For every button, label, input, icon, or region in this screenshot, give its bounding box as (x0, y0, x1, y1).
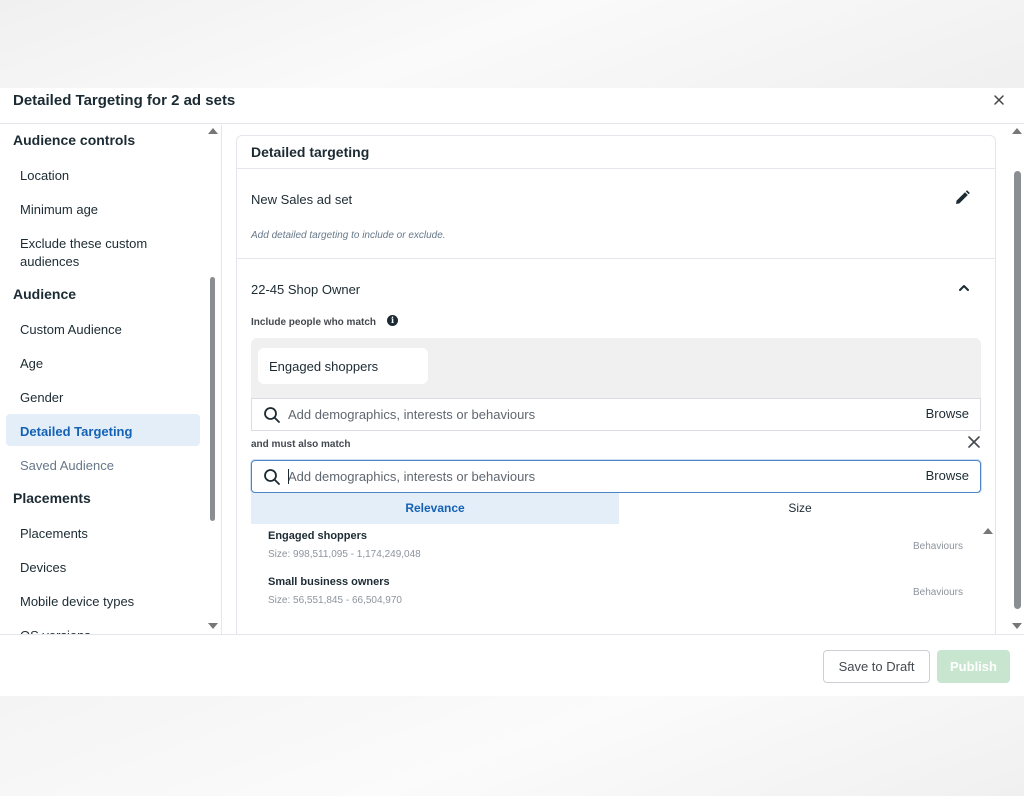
tab-relevance[interactable]: Relevance (251, 493, 619, 524)
search-placeholder: Add demographics, interests or behaviour… (288, 407, 536, 422)
main-scrollbar[interactable] (1011, 125, 1024, 635)
save-to-draft-button[interactable]: Save to Draft (823, 650, 930, 683)
include-search-input[interactable]: Add demographics, interests or behaviour… (251, 398, 981, 431)
suggestion-category: Behaviours (912, 541, 963, 552)
scroll-up-arrow-icon[interactable] (208, 128, 218, 134)
sidebar-item-exclude-custom-audiences[interactable]: Exclude these custom audiences (20, 235, 170, 271)
scroll-down-arrow-icon[interactable] (208, 623, 218, 629)
info-icon[interactable]: i (387, 315, 398, 326)
sidebar-item-devices[interactable]: Devices (20, 559, 66, 577)
search-icon (264, 407, 280, 423)
sidebar-item-mobile-device-types[interactable]: Mobile device types (20, 593, 134, 611)
sidebar-item-minimum-age[interactable]: Minimum age (20, 201, 98, 219)
sidebar-section-placements: Placements (13, 490, 91, 506)
scroll-down-arrow-icon[interactable] (1012, 623, 1022, 629)
chevron-up-icon[interactable] (955, 279, 975, 299)
divider (237, 168, 995, 169)
suggestions-list: Engaged shoppers Size: 998,511,095 - 1,1… (251, 524, 995, 635)
sidebar-item-placements[interactable]: Placements (20, 525, 88, 543)
dialog-header: Detailed Targeting for 2 ad sets (0, 88, 1024, 124)
results-tabs: Relevance Size (251, 493, 981, 524)
sidebar-item-saved-audience[interactable]: Saved Audience (20, 457, 114, 475)
suggestion-item[interactable]: Engaged shoppers Size: 998,511,095 - 1,1… (251, 524, 971, 570)
tab-size[interactable]: Size (619, 493, 981, 524)
scroll-up-arrow-icon[interactable] (1012, 128, 1022, 134)
divider (237, 258, 995, 259)
dialog-footer: Save to Draft Publish (0, 634, 1024, 696)
page-backdrop-bottom (0, 696, 1024, 796)
sidebar-item-location[interactable]: Location (20, 167, 69, 185)
text-caret (288, 469, 289, 484)
detailed-targeting-card: Detailed targeting New Sales ad set Add … (236, 135, 996, 635)
suggestion-category: Behaviours (912, 587, 963, 598)
remove-narrow-icon[interactable] (964, 432, 984, 452)
include-match-box: Engaged shoppers (251, 338, 981, 398)
browse-button[interactable]: Browse (926, 406, 969, 421)
sidebar-nav: Audience controls Location Minimum age E… (0, 125, 222, 635)
adset-name-new-sales: New Sales ad set (251, 192, 353, 207)
suggestion-size: Size: 56,551,845 - 66,504,970 (268, 595, 402, 606)
card-title: Detailed targeting (251, 144, 370, 160)
sidebar-scrollbar[interactable] (207, 125, 218, 635)
sidebar-item-detailed-targeting[interactable]: Detailed Targeting (20, 423, 132, 441)
close-icon[interactable] (990, 90, 1008, 110)
sidebar-item-custom-audience[interactable]: Custom Audience (20, 321, 122, 339)
suggestion-name: Small business owners (268, 576, 390, 588)
include-label: Include people who match (251, 317, 377, 328)
suggestion-name: Engaged shoppers (268, 530, 368, 542)
main-panel: Detailed targeting New Sales ad set Add … (222, 125, 1024, 635)
must-also-match-label: and must also match (251, 439, 351, 450)
publish-button[interactable]: Publish (937, 650, 1010, 683)
targeting-chip[interactable]: Engaged shoppers (258, 348, 428, 384)
sidebar-item-age[interactable]: Age (20, 355, 43, 373)
adset-hint: Add detailed targeting to include or exc… (251, 230, 446, 241)
must-match-search-input[interactable]: Add demographics, interests or behaviour… (251, 460, 981, 493)
sidebar-section-audience-controls: Audience controls (13, 132, 136, 148)
suggestion-size: Size: 998,511,095 - 1,174,249,048 (268, 549, 421, 560)
list-scroll-up-arrow-icon[interactable] (983, 528, 993, 534)
adset-name-shop-owner: 22-45 Shop Owner (251, 282, 361, 297)
sidebar-item-gender[interactable]: Gender (20, 389, 63, 407)
sidebar-section-audience: Audience (13, 286, 77, 302)
browse-button[interactable]: Browse (926, 468, 969, 483)
sidebar-scroll-thumb[interactable] (210, 277, 215, 521)
pencil-icon[interactable] (953, 189, 973, 209)
search-icon (264, 469, 280, 485)
detailed-targeting-dialog: Detailed Targeting for 2 ad sets Audienc… (0, 88, 1024, 696)
suggestion-item[interactable]: Small business owners Size: 56,551,845 -… (251, 570, 971, 616)
page-backdrop-top (0, 0, 1024, 96)
search-placeholder: Add demographics, interests or behaviour… (288, 469, 536, 484)
main-scroll-thumb[interactable] (1014, 171, 1021, 609)
dialog-title: Detailed Targeting for 2 ad sets (13, 92, 236, 109)
